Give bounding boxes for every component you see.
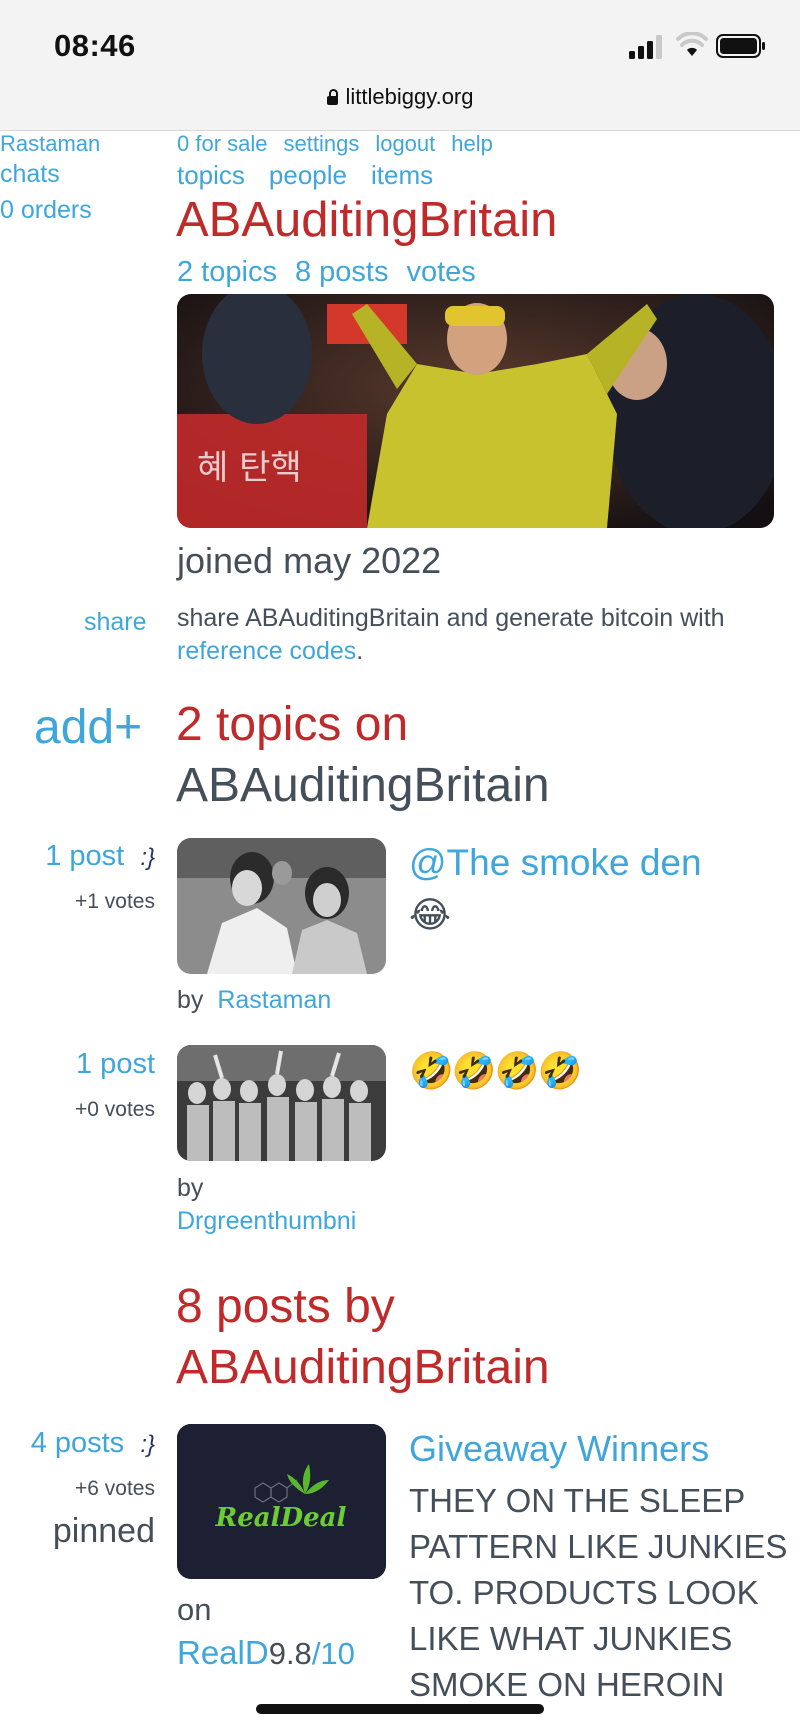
reference-codes-link[interactable]: reference codes: [177, 637, 356, 665]
share-description: share ABAuditingBritain and generate bit…: [177, 602, 777, 668]
topic-posts-count[interactable]: 1 post: [76, 1048, 155, 1081]
account-nav: 0 for sale settings logout help: [177, 131, 509, 157]
wifi-icon: [676, 32, 708, 56]
profile-banner-image: 혜 탄핵: [177, 294, 774, 528]
smile-icon: :}: [140, 1431, 155, 1458]
topic-posts-label: 1 post: [45, 840, 125, 872]
topic-byline: by Drgreenthumbni: [177, 1172, 356, 1238]
smile-icon: :}: [140, 844, 155, 871]
pinned-label: pinned: [52, 1512, 155, 1550]
topic-title[interactable]: @The smoke den: [409, 842, 702, 884]
svg-text:혜 탄핵: 혜 탄핵: [197, 448, 302, 488]
post-count-label: 4 posts: [30, 1427, 125, 1459]
posts-heading: 8 posts by ABAuditingBritain: [176, 1276, 776, 1398]
orders-link[interactable]: 0 orders: [0, 196, 92, 225]
topic-thumbnail[interactable]: [177, 1045, 386, 1161]
battery-icon: [716, 34, 765, 58]
profile-name: ABAuditingBritain: [176, 193, 558, 247]
settings-link[interactable]: settings: [284, 131, 360, 156]
topics-heading: 2 topics on ABAuditingBritain: [176, 694, 776, 816]
posts-heading-line2: ABAuditingBritain: [176, 1341, 550, 1394]
by-label: by: [177, 986, 204, 1014]
author-link[interactable]: Drgreenthumbni: [177, 1205, 356, 1238]
post-count[interactable]: 4 posts :}: [31, 1427, 155, 1460]
post-body: THEY ON THE SLEEP PATTERN LIKE JUNKIES T…: [409, 1482, 788, 1703]
topic-votes: +0 votes: [75, 1098, 155, 1121]
browser-status-bar: [0, 0, 800, 131]
store-link[interactable]: RealD: [177, 1634, 269, 1671]
post-votes: +6 votes: [75, 1477, 155, 1500]
topics-heading-line2: ABAuditingBritain: [176, 759, 550, 812]
topic-emoji: 😂: [409, 894, 452, 935]
author-link[interactable]: Rastaman: [217, 986, 331, 1014]
items-nav-link[interactable]: items: [371, 160, 433, 190]
lock-icon: [326, 89, 338, 105]
topic-votes: +1 votes: [75, 890, 155, 913]
topics-heading-line1: 2 topics on: [176, 698, 409, 751]
cellular-signal-icon: [629, 35, 662, 59]
add-topic-button[interactable]: add+: [34, 700, 142, 755]
posts-heading-line1: 8 posts by: [176, 1280, 395, 1333]
by-label: by: [177, 1174, 204, 1202]
address-bar[interactable]: littlebiggy.org: [0, 84, 800, 110]
topics-count-link[interactable]: 2 topics: [177, 256, 277, 288]
clock: 08:46: [54, 28, 136, 63]
topic-thumbnail[interactable]: [177, 838, 386, 974]
main-nav: topics people items: [177, 160, 457, 191]
for-sale-link[interactable]: 0 for sale: [177, 131, 268, 156]
logout-link[interactable]: logout: [375, 131, 435, 156]
profile-stats: 2 topics 8 posts votes: [177, 256, 494, 289]
rating-value: 9.8: [268, 1636, 312, 1671]
topic-byline: by Rastaman: [177, 986, 331, 1015]
chats-link[interactable]: chats: [0, 160, 60, 189]
share-text: share ABAuditingBritain and generate bit…: [177, 604, 725, 632]
joined-date: joined may 2022: [177, 540, 442, 581]
logo-text: RealDeal: [215, 1503, 347, 1533]
topic-emoji: 🤣🤣🤣🤣: [409, 1050, 582, 1091]
store-rating: RealD9.8/10: [177, 1634, 355, 1672]
rating-max: /10: [311, 1636, 355, 1671]
post-title[interactable]: Giveaway Winners: [409, 1428, 709, 1470]
share-period: .: [356, 637, 364, 665]
home-indicator[interactable]: [256, 1704, 544, 1714]
votes-link[interactable]: votes: [406, 256, 475, 288]
share-label[interactable]: share: [84, 608, 147, 637]
user-link[interactable]: Rastaman: [0, 131, 100, 157]
on-label: on: [177, 1592, 212, 1627]
topics-nav-link[interactable]: topics: [177, 160, 245, 190]
people-nav-link[interactable]: people: [269, 160, 347, 190]
topic-posts-count[interactable]: 1 post :}: [45, 840, 155, 873]
help-link[interactable]: help: [451, 131, 493, 156]
store-logo-thumbnail[interactable]: RealDeal: [177, 1424, 386, 1579]
address-url: littlebiggy.org: [345, 84, 474, 109]
posts-count-link[interactable]: 8 posts: [295, 256, 389, 288]
